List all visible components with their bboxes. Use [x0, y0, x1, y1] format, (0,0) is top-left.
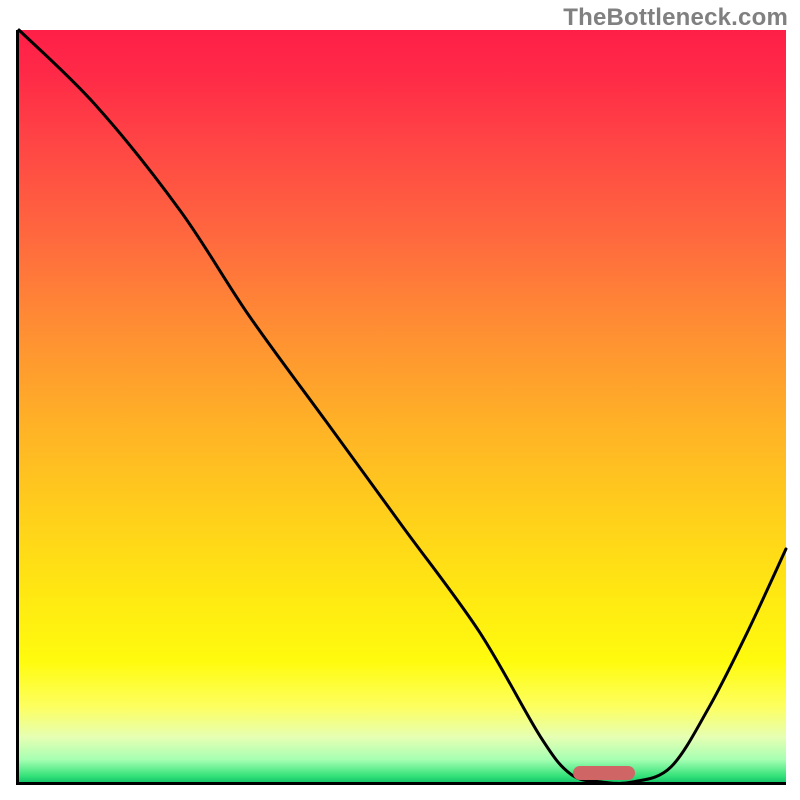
bottleneck-curve — [19, 30, 786, 782]
chart-axes-frame — [16, 30, 786, 785]
watermark-text: TheBottleneck.com — [563, 4, 788, 32]
optimal-range-marker — [573, 766, 635, 780]
